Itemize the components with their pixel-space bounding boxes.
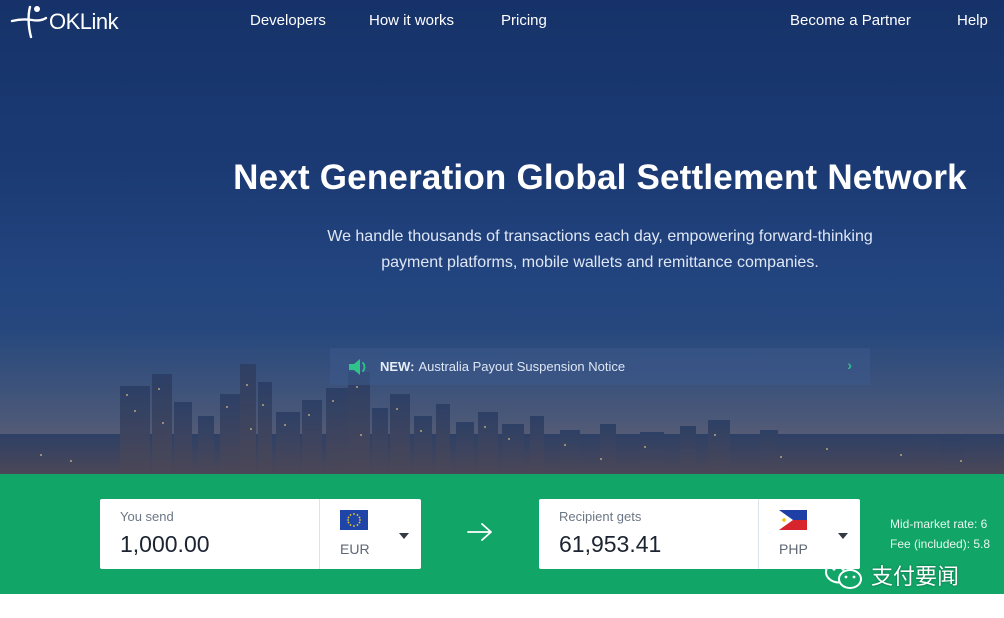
nav-become-partner[interactable]: Become a Partner (790, 12, 911, 29)
hero-subline-1: We handle thousands of transactions each… (327, 228, 873, 245)
mid-market-rate: Mid-market rate: 6 (890, 517, 988, 531)
notice-banner[interactable]: NEW: Australia Payout Suspension Notice … (330, 348, 870, 385)
receive-card: Recipient gets 61,953.41 PHP (539, 499, 860, 569)
chevron-down-icon (399, 533, 409, 539)
send-card: You send 1,000.00 EUR (100, 499, 421, 569)
nav-how-it-works[interactable]: How it works (369, 12, 454, 29)
send-amount-field[interactable]: You send 1,000.00 (100, 499, 320, 569)
hero-subline-2: payment platforms, mobile wallets and re… (381, 254, 819, 271)
notice-tag: NEW: (380, 359, 415, 374)
watermark-text: 支付要闻 (871, 565, 960, 590)
eu-flag-icon (340, 510, 368, 530)
send-label: You send (120, 509, 174, 524)
send-currency-select[interactable]: EUR (320, 499, 420, 569)
arrow-right-icon (467, 523, 492, 541)
ph-flag-icon (779, 510, 807, 530)
wechat-icon (825, 560, 862, 589)
watermark: 支付要闻 (823, 558, 959, 592)
hero-subline: We handle thousands of transactions each… (280, 224, 920, 276)
chevron-right-icon: › (847, 357, 852, 373)
nav-help[interactable]: Help (957, 12, 988, 29)
nav-developers[interactable]: Developers (250, 12, 326, 29)
speaker-icon (349, 358, 366, 375)
notice-text: Australia Payout Suspension Notice (418, 359, 626, 374)
top-navigation: OKLink Developers How it works Pricing B… (0, 0, 1004, 44)
chevron-down-icon (838, 533, 848, 539)
receive-amount-field[interactable]: Recipient gets 61,953.41 (539, 499, 759, 569)
hero-section: OKLink Developers How it works Pricing B… (0, 0, 1004, 474)
receive-amount-input[interactable]: 61,953.41 (559, 531, 661, 558)
brand-name: OKLink (49, 9, 119, 34)
hero-headline: Next Generation Global Settlement Networ… (233, 158, 967, 197)
page-below-fold (0, 594, 1004, 618)
send-currency-code: EUR (340, 541, 370, 557)
nav-pricing[interactable]: Pricing (501, 12, 547, 29)
send-amount-input[interactable]: 1,000.00 (120, 531, 210, 558)
rate-info: Mid-market rate: 6 Fee (included): 5.8 (890, 514, 990, 554)
receive-currency-code: PHP (779, 541, 808, 557)
receive-label: Recipient gets (559, 509, 642, 524)
fee-included: Fee (included): 5.8 (890, 537, 991, 551)
oklink-logo-icon (10, 5, 48, 39)
oklink-logo[interactable]: OKLink (10, 4, 130, 40)
